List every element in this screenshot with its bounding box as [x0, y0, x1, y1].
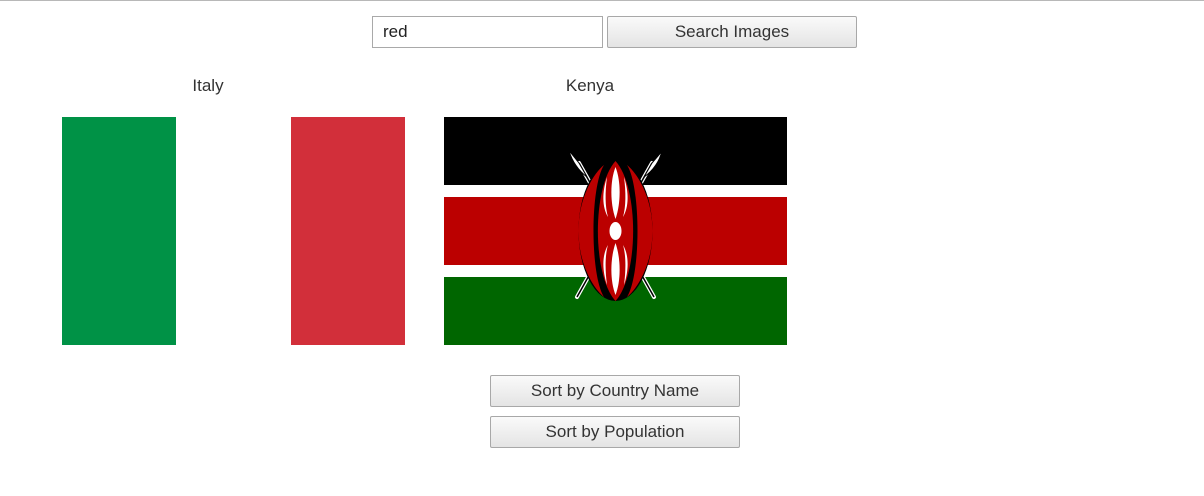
- italy-flag-image: [62, 117, 405, 345]
- search-input[interactable]: [372, 16, 603, 48]
- country-label-italy: Italy: [192, 76, 224, 95]
- kenya-flag-image: [444, 117, 787, 345]
- sort-by-population-button[interactable]: Sort by Population: [490, 416, 740, 448]
- country-label-kenya: Kenya: [565, 76, 615, 95]
- search-images-button[interactable]: Search Images: [607, 16, 857, 48]
- top-divider: [0, 0, 1204, 1]
- sort-by-country-name-button[interactable]: Sort by Country Name: [490, 375, 740, 407]
